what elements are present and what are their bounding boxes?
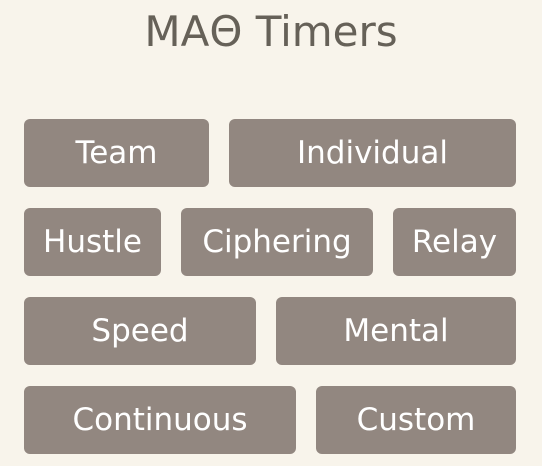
continuous-button[interactable]: Continuous bbox=[24, 386, 296, 454]
speed-button[interactable]: Speed bbox=[24, 297, 256, 365]
custom-button[interactable]: Custom bbox=[316, 386, 516, 454]
relay-button[interactable]: Relay bbox=[393, 208, 516, 276]
mental-button[interactable]: Mental bbox=[276, 297, 516, 365]
individual-button[interactable]: Individual bbox=[229, 119, 516, 187]
team-button[interactable]: Team bbox=[24, 119, 209, 187]
page-title: ΜΑΘ Timers bbox=[144, 7, 398, 56]
hustle-button[interactable]: Hustle bbox=[24, 208, 161, 276]
ciphering-button[interactable]: Ciphering bbox=[181, 208, 373, 276]
